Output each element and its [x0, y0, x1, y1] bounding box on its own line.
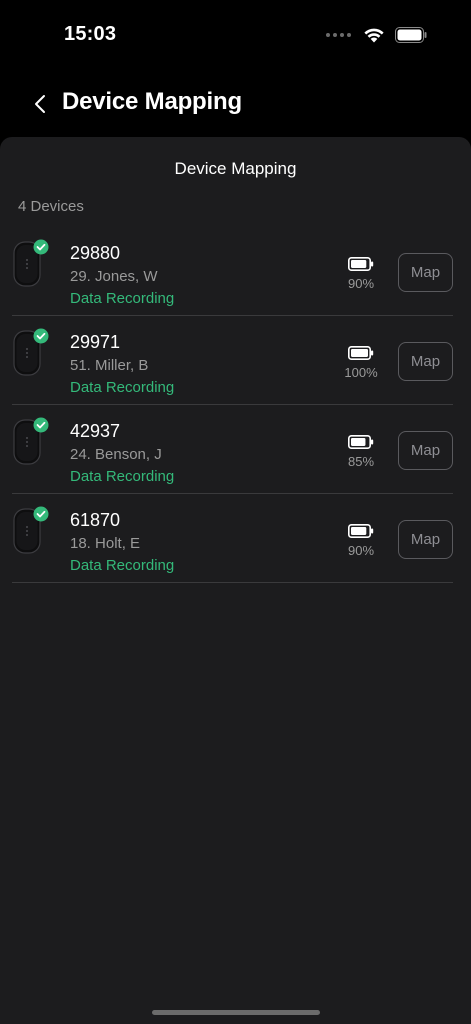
battery-percent: 90%	[347, 276, 375, 291]
device-count: 4 Devices	[18, 198, 84, 215]
battery-icon	[348, 435, 374, 449]
device-status: Data Recording	[70, 379, 175, 396]
device-tracker-icon	[13, 506, 49, 554]
device-row[interactable]: 29971 51. Miller, B Data Recording 100% …	[0, 316, 471, 405]
device-id: 29880	[70, 243, 121, 263]
device-tracker-icon	[13, 328, 49, 376]
check-badge-icon	[33, 328, 49, 344]
device-mapping-sheet: Device Mapping 4 Devices 29880 29. Jones…	[0, 137, 471, 1024]
check-badge-icon	[33, 506, 49, 522]
device-row[interactable]: 61870 18. Holt, E Data Recording 90% Map	[0, 494, 471, 583]
map-button[interactable]: Map	[398, 520, 453, 559]
sheet-title: Device Mapping	[174, 159, 297, 178]
map-button[interactable]: Map	[398, 431, 453, 470]
chevron-left-icon	[35, 95, 45, 113]
back-button[interactable]	[26, 86, 54, 122]
device-status: Data Recording	[70, 290, 175, 307]
status-indicators	[326, 24, 427, 46]
cellular-signal-icon	[326, 33, 351, 37]
device-id: 61870	[70, 510, 121, 530]
battery-indicator: 100%	[341, 346, 381, 380]
device-tracker-icon	[13, 239, 49, 287]
page-title: Device Mapping	[62, 88, 242, 115]
device-status: Data Recording	[70, 468, 175, 485]
device-row[interactable]: 42937 24. Benson, J Data Recording 85% M…	[0, 405, 471, 494]
battery-indicator: 85%	[341, 435, 381, 469]
map-button[interactable]: Map	[398, 253, 453, 292]
battery-icon	[348, 524, 374, 538]
device-list: 29880 29. Jones, W Data Recording 90% Ma…	[0, 227, 471, 583]
home-indicator[interactable]	[152, 1010, 320, 1015]
battery-percent: 90%	[347, 543, 375, 558]
status-battery-icon	[395, 27, 427, 43]
battery-percent: 85%	[347, 454, 375, 469]
battery-percent: 100%	[344, 365, 378, 380]
status-bar: 15:03	[0, 0, 471, 70]
device-tracker-icon	[13, 417, 49, 465]
map-button[interactable]: Map	[398, 342, 453, 381]
navigation-bar: Device Mapping	[0, 80, 471, 128]
row-divider	[12, 582, 453, 583]
device-id: 29971	[70, 332, 121, 352]
device-id: 42937	[70, 421, 121, 441]
battery-indicator: 90%	[341, 257, 381, 291]
device-row[interactable]: 29880 29. Jones, W Data Recording 90% Ma…	[0, 227, 471, 316]
device-player: 29. Jones, W	[70, 268, 158, 285]
check-badge-icon	[33, 239, 49, 255]
check-badge-icon	[33, 417, 49, 433]
device-status: Data Recording	[70, 557, 175, 574]
device-player: 18. Holt, E	[70, 535, 141, 552]
battery-icon	[348, 346, 374, 360]
battery-indicator: 90%	[341, 524, 381, 558]
device-player: 24. Benson, J	[70, 446, 162, 463]
device-player: 51. Miller, B	[70, 357, 149, 374]
status-time: 15:03	[64, 23, 117, 45]
battery-icon	[348, 257, 374, 271]
wifi-icon	[364, 28, 384, 43]
screen: 15:03 Device Mapping Device Mapping 4 De…	[0, 0, 471, 1024]
